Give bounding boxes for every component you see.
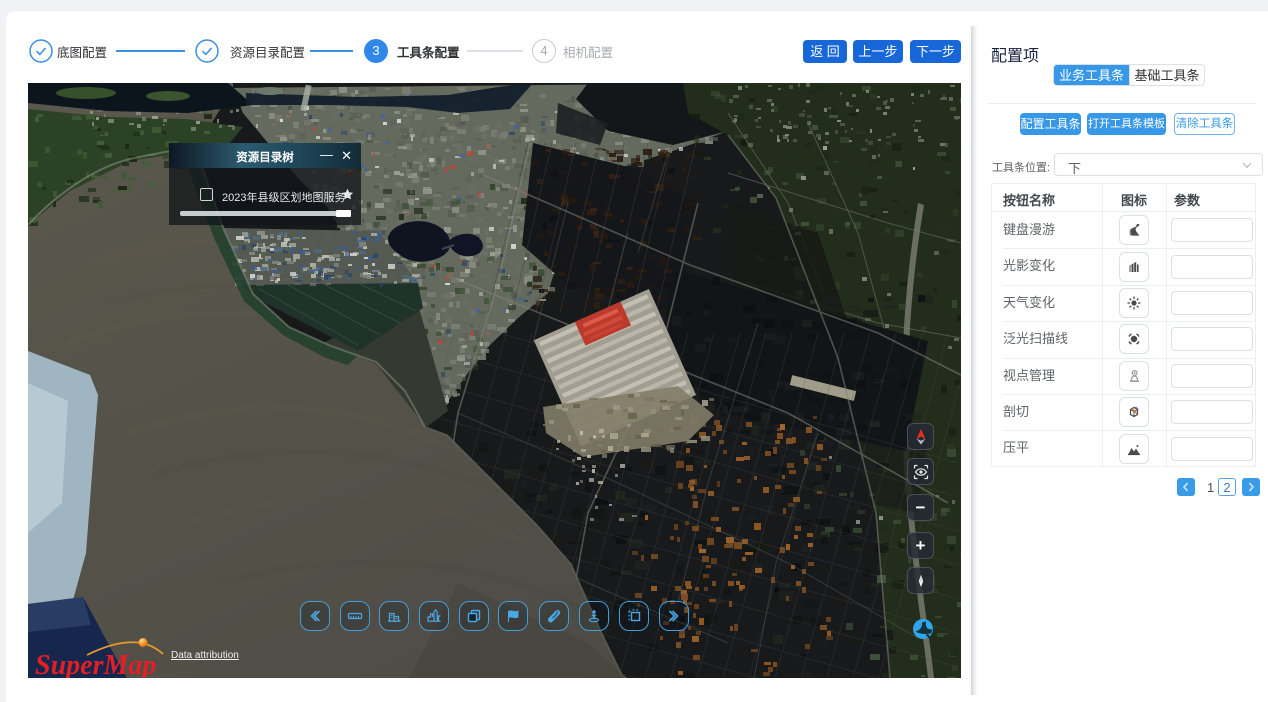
- svg-text:SuperMap: SuperMap: [35, 650, 156, 678]
